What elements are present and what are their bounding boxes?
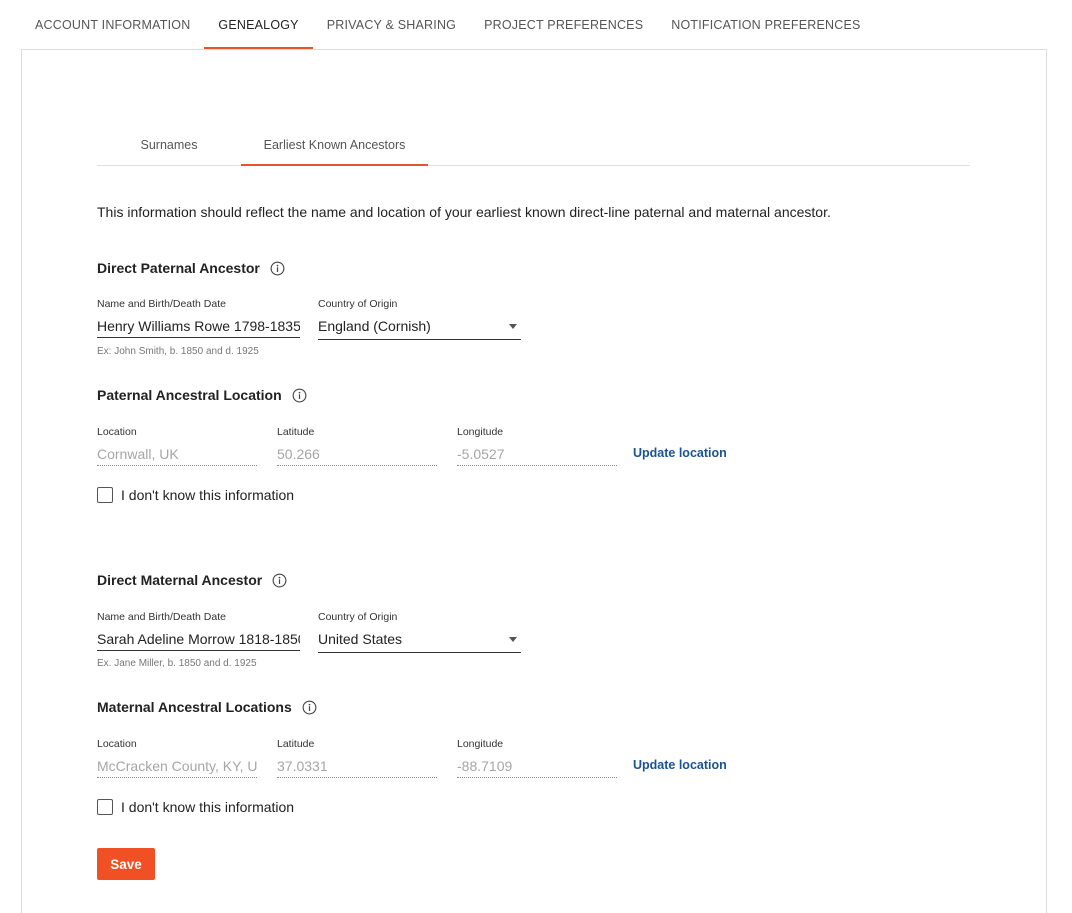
chevron-down-icon [509,637,517,642]
maternal-unknown-checkbox-row[interactable]: I don't know this information [97,799,294,815]
paternal-ancestor-title: Direct Paternal Ancestor [97,260,285,276]
tab-privacy-sharing[interactable]: PRIVACY & SHARING [313,0,470,49]
paternal-latitude-field: 50.266 [277,444,437,466]
content-panel [21,49,1047,913]
paternal-location-field: Cornwall, UK [97,444,257,466]
info-icon[interactable] [272,573,287,588]
tab-genealogy[interactable]: GENEALOGY [204,0,314,49]
paternal-location-title: Paternal Ancestral Location [97,387,307,403]
maternal-country-value: United States [318,631,403,647]
maternal-name-label: Name and Birth/Death Date [97,611,226,623]
paternal-latitude-label: Latitude [277,426,315,438]
sub-tab-bar: Surnames Earliest Known Ancestors [97,124,970,166]
paternal-unknown-label: I don't know this information [121,487,295,503]
maternal-name-input[interactable]: Sarah Adeline Morrow 1818-1850 [97,629,300,651]
info-icon[interactable] [302,700,317,715]
info-icon[interactable] [292,388,307,403]
save-button[interactable]: Save [97,848,155,880]
paternal-unknown-checkbox[interactable] [97,487,113,503]
tab-project-preferences[interactable]: PROJECT PREFERENCES [470,0,657,49]
paternal-name-label: Name and Birth/Death Date [97,298,226,310]
paternal-country-value: England (Cornish) [318,318,431,334]
tab-notification-preferences[interactable]: NOTIFICATION PREFERENCES [657,0,874,49]
tab-earliest-known-ancestors[interactable]: Earliest Known Ancestors [241,124,428,166]
maternal-longitude-field: -88.7109 [457,756,617,778]
paternal-location-label: Location [97,426,137,438]
maternal-location-field: McCracken County, KY, US [97,756,257,778]
paternal-longitude-field: -5.0527 [457,444,617,466]
maternal-latitude-label: Latitude [277,738,315,750]
maternal-country-select[interactable]: United States [318,629,521,653]
tab-account-information[interactable]: ACCOUNT INFORMATION [21,0,204,49]
maternal-unknown-checkbox[interactable] [97,799,113,815]
maternal-unknown-label: I don't know this information [121,799,295,815]
maternal-location-label: Location [97,738,137,750]
intro-text: This information should reflect the name… [97,204,831,220]
info-icon[interactable] [270,261,285,276]
maternal-location-title: Maternal Ancestral Locations [97,699,317,715]
paternal-country-select[interactable]: England (Cornish) [318,316,521,340]
maternal-ancestor-title-text: Direct Maternal Ancestor [97,572,263,588]
maternal-location-title-text: Maternal Ancestral Locations [97,699,292,715]
maternal-country-label: Country of Origin [318,611,398,623]
paternal-ancestor-title-text: Direct Paternal Ancestor [97,260,260,276]
paternal-location-title-text: Paternal Ancestral Location [97,387,282,403]
top-tab-bar: ACCOUNT INFORMATION GENEALOGY PRIVACY & … [21,0,875,50]
paternal-name-hint: Ex: John Smith, b. 1850 and d. 1925 [97,346,259,357]
paternal-name-input[interactable]: Henry Williams Rowe 1798-1835 [97,316,300,338]
maternal-latitude-field: 37.0331 [277,756,437,778]
paternal-update-location-link[interactable]: Update location [633,446,727,460]
paternal-longitude-label: Longitude [457,426,504,438]
maternal-longitude-label: Longitude [457,738,504,750]
paternal-country-label: Country of Origin [318,298,398,310]
tab-surnames[interactable]: Surnames [97,124,241,165]
maternal-name-hint: Ex. Jane Miller, b. 1850 and d. 1925 [97,658,257,669]
maternal-ancestor-title: Direct Maternal Ancestor [97,572,287,588]
paternal-unknown-checkbox-row[interactable]: I don't know this information [97,487,294,503]
maternal-update-location-link[interactable]: Update location [633,758,727,772]
chevron-down-icon [509,324,517,329]
